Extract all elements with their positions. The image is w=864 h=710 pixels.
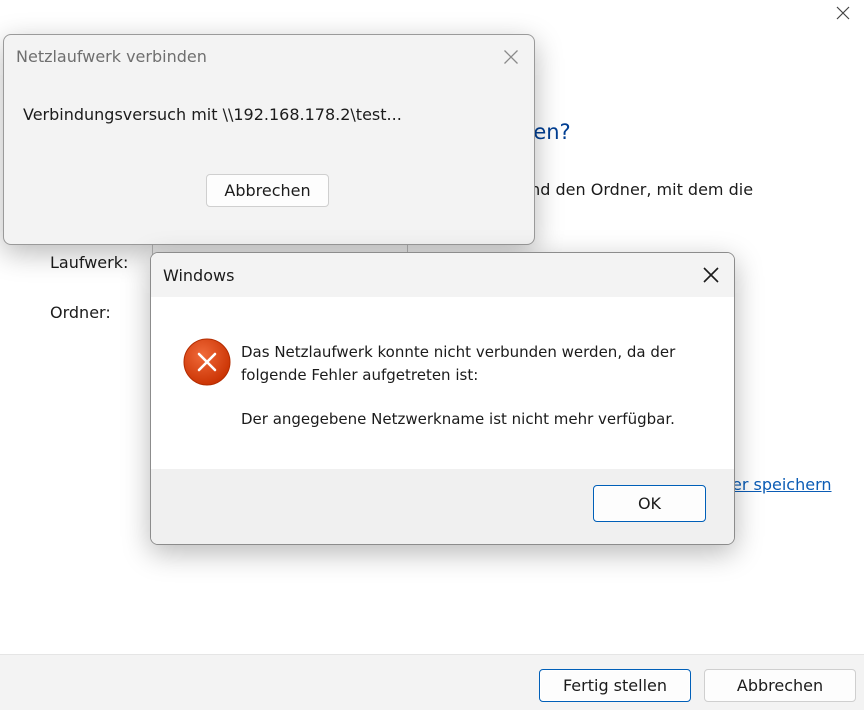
connecting-progress-dialog: Netzlaufwerk verbinden Verbindungsversuc…: [3, 34, 535, 245]
wizard-cancel-button[interactable]: Abbrechen: [704, 669, 856, 702]
folder-label: Ordner:: [50, 303, 111, 322]
finish-button[interactable]: Fertig stellen: [539, 669, 691, 702]
error-dialog-titlebar: Windows: [151, 253, 734, 297]
progress-dialog-title: Netzlaufwerk verbinden: [16, 47, 207, 66]
close-icon: [703, 267, 719, 283]
error-dialog: Windows Das Netzlaufwerk konnte nicht ve…: [150, 252, 735, 545]
alternate-credentials-link[interactable]: er speichern: [732, 475, 832, 494]
drive-label: Laufwerk:: [50, 253, 129, 272]
error-dialog-body: Das Netzlaufwerk konnte nicht verbunden …: [151, 297, 734, 469]
error-message: Das Netzlaufwerk konnte nicht verbunden …: [241, 341, 721, 431]
error-icon: [183, 338, 231, 386]
error-message-line: Das Netzlaufwerk konnte nicht verbunden …: [241, 343, 676, 384]
wizard-description: und den Ordner, mit dem die: [520, 180, 754, 199]
progress-dialog-close-button[interactable]: [492, 39, 530, 75]
error-dialog-title: Windows: [163, 266, 235, 285]
error-detail: Der angegebene Netzwerkname ist nicht me…: [241, 410, 675, 428]
progress-cancel-button[interactable]: Abbrechen: [206, 174, 329, 207]
close-icon: [504, 50, 518, 64]
wizard-close-button[interactable]: [828, 0, 858, 26]
close-icon: [836, 6, 850, 20]
progress-message: Verbindungsversuch mit \\192.168.178.2\t…: [23, 105, 402, 124]
ok-button[interactable]: OK: [593, 485, 706, 522]
progress-dialog-titlebar: Netzlaufwerk verbinden: [4, 35, 534, 78]
error-dialog-footer: OK: [151, 469, 734, 544]
error-dialog-close-button[interactable]: [692, 257, 730, 293]
